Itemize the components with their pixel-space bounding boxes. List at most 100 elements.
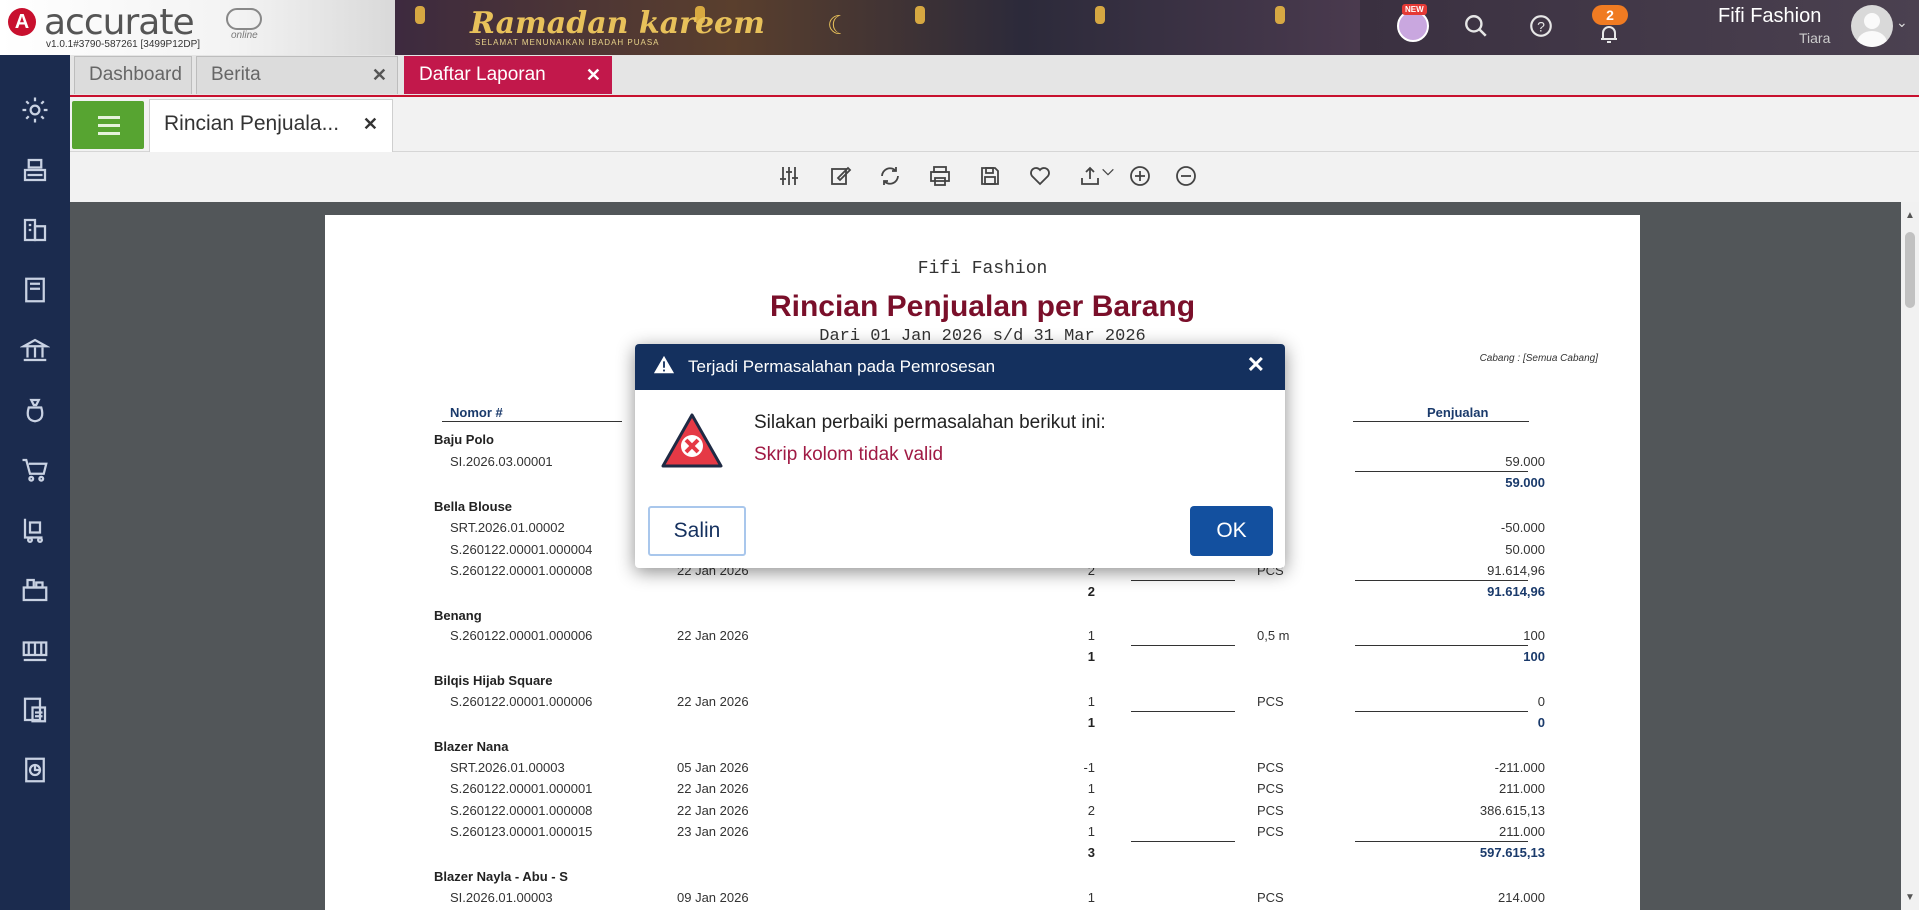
close-tab-icon[interactable]: ✕ [372, 57, 387, 93]
banner-subtitle: SELAMAT MENUNAIKAN IBADAH PUASA [475, 38, 660, 47]
dialog-title: Terjadi Permasalahan pada Pemrosesan [688, 357, 996, 376]
row-amount: 59.000 [1505, 454, 1545, 469]
favorite-heart-icon[interactable] [1028, 164, 1054, 190]
subtotal-amount: 100 [1523, 649, 1545, 664]
row-amount: 211.000 [1498, 824, 1545, 839]
table-row[interactable]: SRT.2026.01.00003 05 Jan 2026 -1 PCS -21… [325, 760, 1640, 778]
subtotal-amount: 91.614,96 [1487, 584, 1545, 599]
row-number: SI.2026.03.00001 [450, 454, 553, 469]
row-unit: PCS [1257, 824, 1284, 839]
viewer-scrollbar[interactable]: ▲ ▼ [1901, 202, 1919, 910]
report-list-button[interactable] [72, 101, 144, 149]
row-date: 23 Jan 2026 [677, 824, 749, 839]
subtotal-quantity: 1 [1087, 715, 1095, 730]
subtotal-line [1131, 711, 1235, 712]
row-unit: PCS [1257, 760, 1284, 775]
cloud-icon [226, 8, 262, 30]
table-row[interactable]: S.260123.00001.000015 23 Jan 2026 1 PCS … [325, 824, 1640, 842]
chevron-down-icon[interactable]: ⌄ [1896, 14, 1908, 31]
refresh-icon[interactable] [878, 164, 904, 190]
group-name: Bella Blouse [434, 499, 513, 514]
company-building-icon[interactable] [18, 215, 52, 249]
row-amount: 50.000 [1505, 542, 1545, 557]
table-row[interactable]: SI.2026.01.00003 09 Jan 2026 1 PCS 214.0… [325, 890, 1640, 908]
zoom-in-icon[interactable] [1128, 164, 1154, 190]
shopping-cart-icon[interactable] [18, 455, 52, 489]
notification-bell-icon[interactable] [1594, 22, 1624, 52]
production-icon[interactable] [18, 635, 52, 669]
scroll-down-icon[interactable]: ▼ [1905, 892, 1915, 903]
group-name: Bilqis Hijab Square [434, 673, 553, 688]
cash-register-icon[interactable] [18, 155, 52, 189]
subtotal-line [1355, 580, 1528, 581]
export-chevron-down-icon[interactable] [1100, 164, 1116, 190]
close-tab-icon[interactable]: ✕ [363, 100, 378, 148]
brand-suffix: online [231, 30, 258, 41]
main-tab-bar: Dashboard Berita ✕ Daftar Laporan ✕ 3 ⌄ [70, 55, 1919, 97]
ledger-book-icon[interactable] [18, 275, 52, 309]
tax-document-icon[interactable] [18, 695, 52, 729]
zoom-out-icon[interactable] [1174, 164, 1200, 190]
save-icon[interactable] [978, 164, 1004, 190]
avatar[interactable] [1851, 5, 1893, 47]
subtotal-quantity: 1 [1087, 649, 1095, 664]
company-name[interactable]: Fifi Fashion [1718, 5, 1821, 28]
tab-daftar-laporan[interactable]: Daftar Laporan ✕ [404, 56, 612, 94]
print-icon[interactable] [928, 164, 954, 190]
table-row[interactable]: S.260122.00001.000006 22 Jan 2026 1 0,5 … [325, 628, 1640, 646]
bank-icon[interactable] [18, 335, 52, 369]
column-header-number: Nomor # [450, 405, 503, 420]
tab-label: Dashboard [89, 64, 182, 85]
row-date: 22 Jan 2026 [677, 803, 749, 818]
row-amount: -50.000 [1500, 520, 1545, 535]
dialog-message: Silakan perbaiki permasalahan berikut in… [754, 412, 1106, 433]
settings-gear-icon[interactable] [18, 95, 52, 129]
close-icon[interactable]: ✕ [1247, 352, 1265, 378]
tab-dashboard[interactable]: Dashboard [74, 56, 192, 94]
notification-count-badge: 2 [1592, 5, 1628, 25]
warehouse-icon[interactable] [18, 575, 52, 609]
row-quantity: 2 [1087, 803, 1095, 818]
group-subtotal: 3 597.615,13 [325, 845, 1640, 863]
row-unit: 0,5 m [1257, 628, 1290, 643]
tab-berita[interactable]: Berita ✕ [196, 56, 398, 94]
group-subtotal: 1 0 [325, 715, 1640, 733]
lantern-icon [1275, 6, 1285, 24]
money-bag-icon[interactable] [18, 395, 52, 429]
report-title: Rincian Penjualan per Barang [769, 290, 1196, 323]
sidebar [0, 55, 70, 910]
svg-text:?: ? [1537, 18, 1545, 34]
table-row[interactable]: S.260122.00001.000006 22 Jan 2026 1 PCS … [325, 694, 1640, 712]
scroll-up-icon[interactable]: ▲ [1905, 210, 1915, 221]
help-icon[interactable]: ? [1526, 11, 1556, 41]
lantern-icon [915, 6, 925, 24]
row-amount: 100 [1523, 628, 1545, 643]
subtotal-line [1355, 711, 1528, 712]
group-name: Benang [434, 608, 482, 623]
subtotal-amount: 597.615,13 [1479, 845, 1545, 860]
row-number: S.260122.00001.000006 [450, 628, 593, 643]
close-tab-icon[interactable]: ✕ [586, 57, 601, 93]
group-subtotal: 1 100 [325, 649, 1640, 667]
table-row[interactable]: S.260122.00001.000008 22 Jan 2026 2 PCS … [325, 803, 1640, 821]
report-branch: Cabang : [Semua Cabang] [1479, 353, 1598, 364]
user-name[interactable]: Tiara [1799, 30, 1830, 46]
row-amount: 91.614,96 [1487, 563, 1545, 578]
report-chart-icon[interactable] [18, 755, 52, 789]
copy-button[interactable]: Salin [648, 506, 746, 556]
ok-button[interactable]: OK [1190, 506, 1273, 556]
tab-rincian-penjualan[interactable]: Rincian Penjuala... ✕ [149, 99, 393, 152]
table-row[interactable]: S.260122.00001.000001 22 Jan 2026 1 PCS … [325, 781, 1640, 799]
row-number: SRT.2026.01.00002 [450, 520, 565, 535]
brand-name: accurate [44, 2, 195, 43]
sales-cart-icon[interactable] [18, 515, 52, 549]
edit-icon[interactable] [828, 164, 854, 190]
group-name: Blazer Nayla - Abu - S [434, 869, 568, 884]
scrollbar-thumb[interactable] [1905, 232, 1915, 308]
subtotal-line [1131, 580, 1235, 581]
search-icon[interactable] [1461, 11, 1491, 41]
group-name: Blazer Nana [434, 739, 509, 754]
dialog-header: Terjadi Permasalahan pada Pemrosesan ✕ [635, 344, 1285, 390]
row-amount: 386.615,13 [1479, 803, 1545, 818]
filter-settings-icon[interactable] [777, 164, 803, 190]
